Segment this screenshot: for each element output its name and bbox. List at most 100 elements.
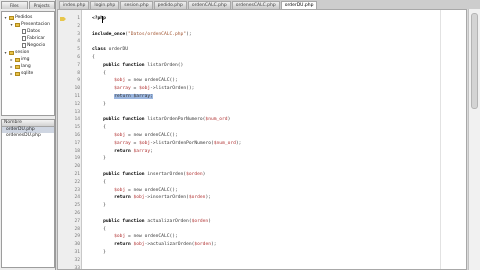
file-list-header[interactable]: Nombre: [2, 120, 54, 127]
code-token: $obj: [114, 78, 126, 84]
file-icon: [22, 43, 26, 48]
tree-item-label: lang: [21, 64, 31, 69]
code-token: }: [92, 101, 106, 107]
tree-item-label: Pedidos: [15, 15, 33, 20]
code-line[interactable]: $obj = new ordenCALC();: [92, 78, 178, 83]
line-number: 26: [74, 211, 80, 216]
collapse-arrow-icon[interactable]: ▸: [9, 57, 14, 62]
code-line[interactable]: include_once("Datos/ordenCALC.php");: [92, 32, 192, 37]
line-number: 22: [74, 179, 80, 185]
code-line[interactable]: class orderDU: [92, 47, 128, 52]
code-line[interactable]: $obj = new ordenCALC();: [92, 234, 178, 239]
right-margin-line: [440, 10, 441, 269]
code-line[interactable]: return $obj->insertarOrden($orden);: [92, 195, 211, 200]
folder-icon: [15, 71, 20, 76]
code-editor[interactable]: 1 2 3 4 5 6 7 8 9 10 11 12 13 14 15 16 17 18 19 20 21 22 23 24 2…: [57, 9, 467, 270]
code-token: listarOrdenPorNumero(: [147, 117, 206, 123]
file-icon: [22, 29, 26, 34]
editor-tab[interactable]: pedido.php: [153, 1, 187, 9]
collapse-arrow-icon[interactable]: [15, 29, 20, 34]
code-line[interactable]: $array = $obj->listarOrden();: [92, 86, 194, 91]
tree-item-label: Presentacion: [21, 22, 50, 27]
code-token: = new ordenCALC();: [125, 187, 178, 193]
code-line[interactable]: public function insertarOrden($orden): [92, 172, 205, 177]
code-line[interactable]: public function actualizarOrden($orden): [92, 219, 211, 224]
scrollbar-thumb[interactable]: [471, 13, 478, 109]
code-line[interactable]: {: [92, 227, 106, 232]
code-token: $num_ord: [205, 117, 228, 123]
editor-tab[interactable]: login.php: [90, 1, 120, 9]
expand-arrow-icon[interactable]: ▾: [3, 50, 8, 55]
file-icon: [22, 36, 26, 41]
line-number: 7: [77, 62, 80, 68]
code-token: = new ordenCALC();: [125, 234, 178, 240]
code-line[interactable]: <?php: [92, 16, 106, 21]
code-line[interactable]: }: [92, 203, 106, 208]
code-token: listarOrden(): [147, 62, 184, 68]
folder-icon: [15, 22, 20, 27]
vertical-scrollbar[interactable]: [468, 9, 480, 270]
code-line[interactable]: }: [92, 250, 106, 255]
collapse-arrow-icon[interactable]: ▸: [9, 64, 14, 69]
left-tab-files[interactable]: Files: [1, 1, 28, 9]
tree-item[interactable]: Fabricar: [15, 35, 45, 42]
expand-arrow-icon[interactable]: ▾: [9, 22, 14, 27]
code-line[interactable]: return $array;: [92, 94, 153, 99]
editor-tab[interactable]: index.php: [59, 1, 90, 9]
list-item[interactable]: ordenesDU.php: [2, 133, 54, 139]
editor-tab[interactable]: sesion.php: [120, 1, 153, 9]
editor-tab[interactable]: ordenCALC.php: [187, 1, 231, 9]
tree-item[interactable]: ▸ img: [9, 56, 29, 63]
code-line[interactable]: $array = $obj->listarOrdenPorNumero($num…: [92, 141, 241, 146]
tree-item[interactable]: ▸ sqlite: [9, 70, 33, 77]
tree-item[interactable]: ▾ Presentacion: [9, 21, 50, 28]
left-tab-projects[interactable]: Projects: [28, 1, 55, 9]
code-token: ->insertarOrden(: [144, 195, 189, 201]
code-token: $obj: [139, 140, 151, 146]
code-line[interactable]: return $obj->actualizarOrden($orden);: [92, 242, 217, 248]
code-line[interactable]: $obj = new ordenCALC();: [92, 188, 178, 193]
code-token: $orden: [194, 242, 211, 248]
code-line[interactable]: }: [92, 102, 106, 107]
code-token: public function: [92, 62, 148, 68]
code-token: =: [130, 86, 140, 92]
line-number: 16: [74, 133, 80, 138]
code-line[interactable]: {: [92, 55, 95, 60]
code-token: = new ordenCALC();: [125, 78, 178, 84]
code-line[interactable]: {: [92, 125, 106, 130]
code-line[interactable]: {: [92, 71, 106, 76]
code-line[interactable]: $obj = new ordenCALC();: [92, 133, 178, 138]
line-number: 10: [74, 86, 80, 92]
line-number: 14: [74, 117, 80, 123]
tree-item[interactable]: ▾ sesion: [3, 49, 29, 56]
collapse-arrow-icon[interactable]: [15, 43, 20, 48]
collapse-arrow-icon[interactable]: [15, 36, 20, 41]
code-token: }: [92, 156, 106, 162]
editor-tab-strip: index.php login.php sesion.php pedido.php or…: [57, 0, 480, 9]
code-line[interactable]: public function listarOrden(): [92, 63, 183, 68]
tree-item[interactable]: Datos: [15, 28, 40, 35]
code-line[interactable]: }: [92, 156, 106, 161]
code-line[interactable]: return $array;: [92, 149, 153, 154]
editor-tab[interactable]: ordenesCALC.php: [231, 1, 280, 9]
collapse-arrow-icon[interactable]: ▸: [9, 71, 14, 76]
line-number: 18: [74, 148, 80, 154]
folder-icon: [15, 57, 20, 62]
line-number: 17: [74, 140, 80, 146]
line-number: 32: [74, 257, 80, 263]
tree-item[interactable]: Negocio: [15, 42, 45, 49]
code-token: ->actualizarOrden(: [144, 242, 195, 248]
code-token: ->listarOrden();: [150, 86, 195, 92]
code-token: $orden: [188, 195, 206, 201]
code-line[interactable]: public function listarOrdenPorNumero($nu…: [92, 117, 230, 122]
code-line[interactable]: {: [92, 180, 106, 185]
code-token: }: [92, 250, 106, 255]
tree-item-label: Fabricar: [27, 36, 45, 41]
expand-arrow-icon[interactable]: ▾: [3, 15, 8, 20]
code-token: );: [210, 242, 217, 248]
line-number: 5: [77, 47, 80, 53]
editor-tab[interactable]: orderDU.php: [280, 1, 318, 9]
tree-item[interactable]: ▸ lang: [9, 63, 31, 70]
line-number: 13: [74, 109, 80, 115]
tree-item[interactable]: ▾ Pedidos: [3, 14, 32, 21]
